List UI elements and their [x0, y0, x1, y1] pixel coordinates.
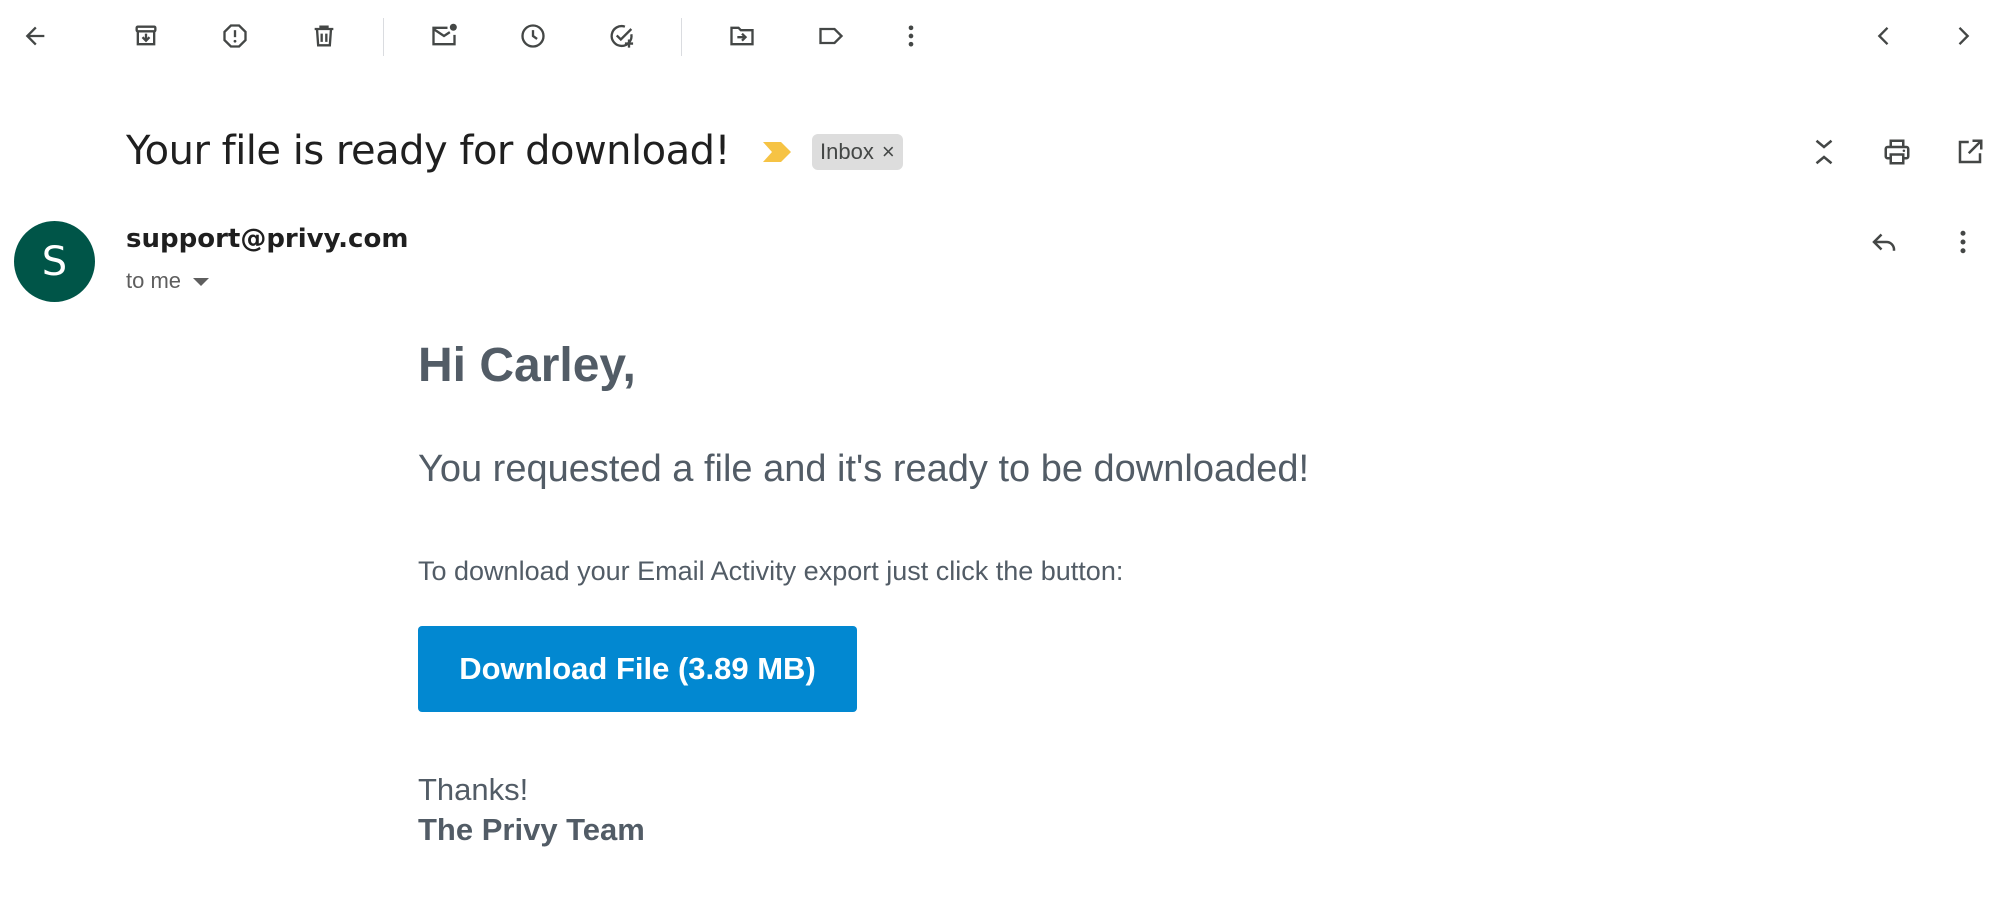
recipient-details: to me [126, 268, 210, 294]
archive-icon[interactable] [122, 12, 170, 60]
inbox-label-chip: Inbox × [812, 134, 903, 170]
inbox-label-text: Inbox [820, 139, 874, 164]
older-chevron-icon[interactable] [1939, 12, 1987, 60]
reply-icon[interactable] [1860, 218, 1908, 266]
delete-icon[interactable] [300, 12, 348, 60]
toolbar-divider [383, 18, 384, 56]
print-icon[interactable] [1873, 128, 1921, 176]
importance-marker-icon[interactable] [763, 140, 791, 164]
mark-unread-icon[interactable] [420, 12, 468, 60]
email-intro-text: You requested a file and it's ready to b… [418, 448, 1310, 490]
message-more-vert-icon[interactable] [1939, 218, 1987, 266]
newer-chevron-icon[interactable] [1860, 12, 1908, 60]
toolbar-divider [681, 18, 682, 56]
recipient-text: to me [126, 268, 182, 293]
download-file-button[interactable]: Download File (3.89 MB) [418, 626, 857, 712]
report-spam-icon[interactable] [211, 12, 259, 60]
move-to-icon[interactable] [718, 12, 766, 60]
remove-label-icon[interactable]: × [882, 139, 895, 165]
email-signature: The Privy Team [418, 812, 645, 847]
snooze-icon[interactable] [509, 12, 557, 60]
email-view: Your file is ready for download! Inbox ×… [0, 0, 2002, 908]
show-details-caret-icon[interactable] [193, 278, 210, 286]
add-task-icon[interactable] [598, 12, 646, 60]
sender-email[interactable]: support@privy.com [126, 224, 408, 254]
more-vert-icon[interactable] [887, 12, 935, 60]
email-subject: Your file is ready for download! [126, 128, 731, 174]
email-instruction-text: To download your Email Activity export j… [418, 556, 1124, 586]
open-in-new-window-icon[interactable] [1946, 128, 1994, 176]
collapse-all-icon[interactable] [1800, 128, 1848, 176]
email-greeting: Hi Carley, [418, 339, 636, 392]
sender-avatar[interactable]: S [14, 221, 95, 302]
back-arrow-icon[interactable] [11, 12, 59, 60]
toolbar [0, 0, 2002, 72]
label-icon[interactable] [807, 12, 855, 60]
email-thanks: Thanks! [418, 772, 529, 807]
